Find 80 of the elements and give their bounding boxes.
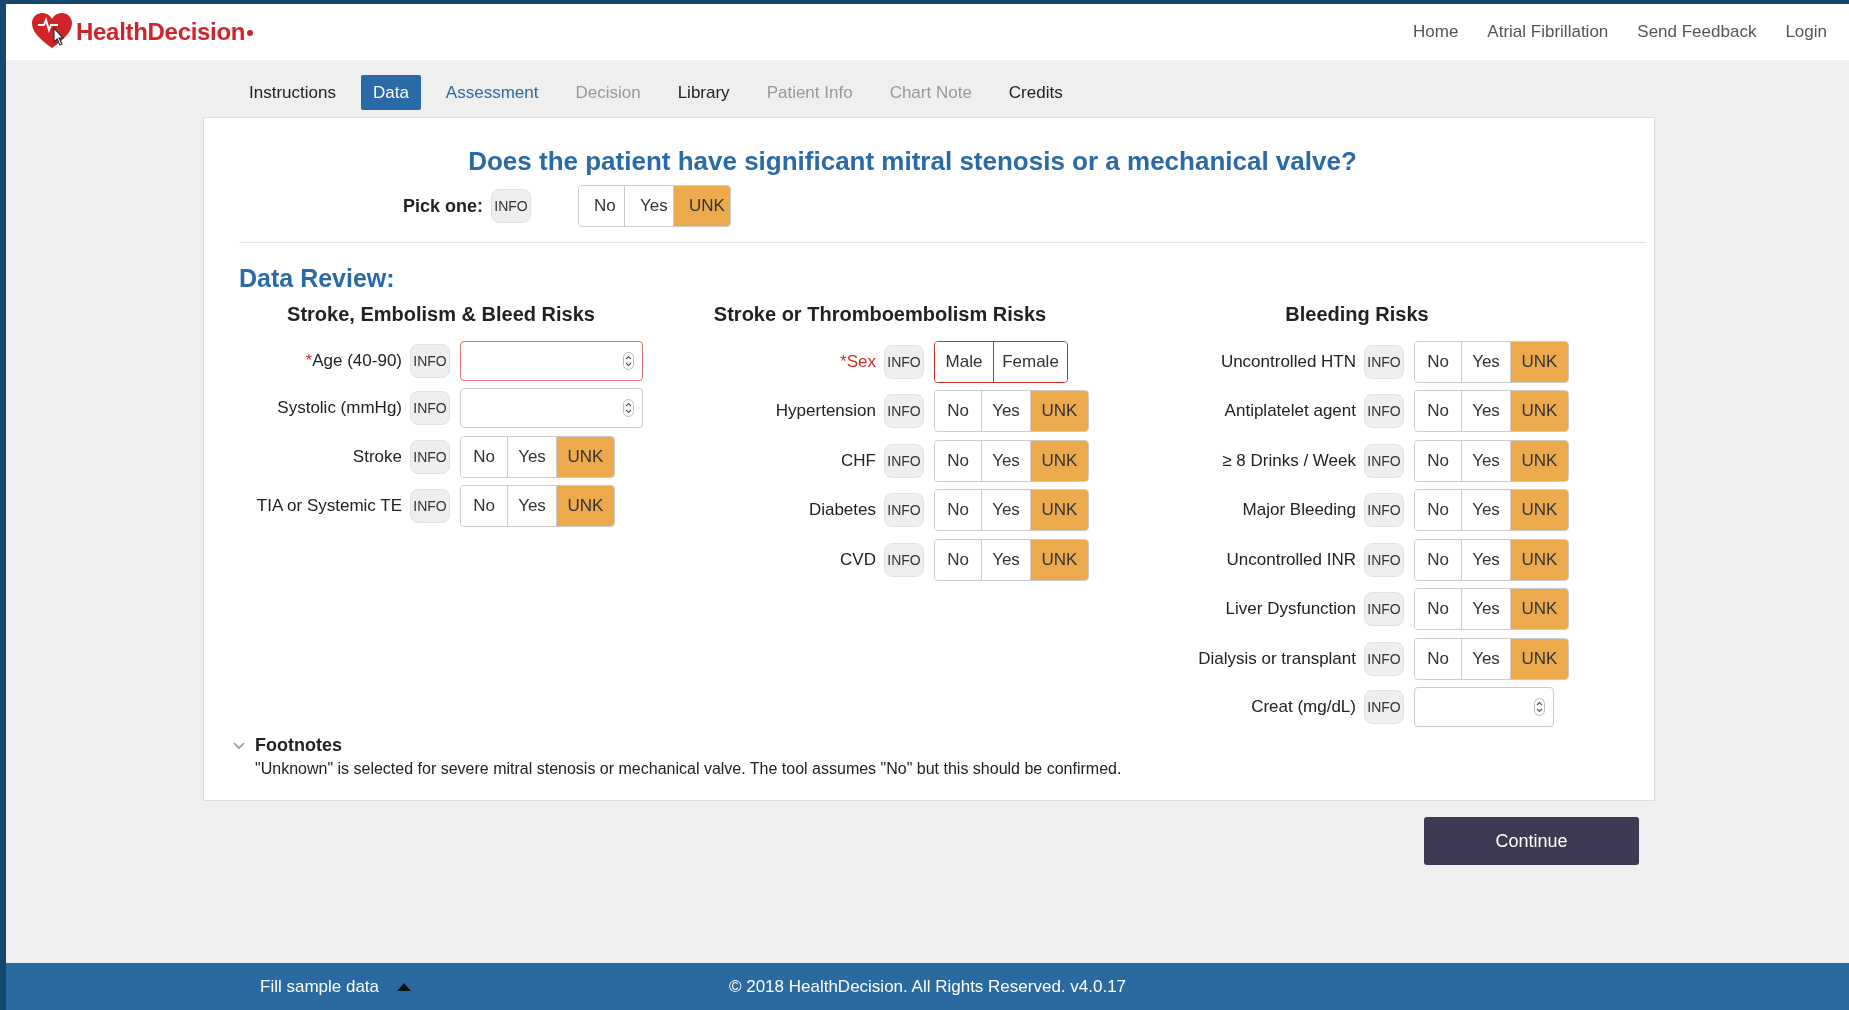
option-button[interactable]: UNK <box>1510 391 1568 431</box>
field-label: Diabetes <box>807 500 876 520</box>
continue-button[interactable]: Continue <box>1424 817 1639 865</box>
footnote-text: "Unknown" is selected for severe mitral stenosis or mechanical valve. The tool assumes "No" but this should be confirmed. <box>255 760 1123 778</box>
field-label: Uncontrolled INR <box>1225 549 1356 570</box>
option-button[interactable]: UNK <box>1510 589 1568 629</box>
option-button[interactable]: UNK <box>1030 539 1088 580</box>
info-button[interactable]: INFO <box>491 189 532 223</box>
field-label: Hypertension <box>774 401 876 421</box>
nav-link[interactable]: Home <box>1413 22 1459 42</box>
nav-link[interactable]: Send Feedback <box>1637 22 1757 42</box>
option-button[interactable]: UNK <box>1510 490 1568 530</box>
number-field[interactable] <box>1414 687 1554 727</box>
info-button[interactable]: INFO <box>410 439 450 474</box>
field-label: CVD <box>839 549 876 570</box>
info-button[interactable]: INFO <box>1364 344 1404 379</box>
question-title: Does the patient have significant mitral stenosis or a mechanical valve? <box>467 146 1358 177</box>
info-button[interactable]: INFO <box>884 542 924 577</box>
field-label: Creat (mg/dL) <box>1250 697 1356 717</box>
info-button[interactable]: INFO <box>884 443 924 478</box>
tab[interactable]: Data <box>360 75 421 110</box>
field-label: ≥ 8 Drinks / Week <box>1221 450 1356 471</box>
option-button[interactable]: UNK <box>1510 638 1568 679</box>
option-button[interactable]: UNK <box>1510 539 1568 580</box>
info-button[interactable]: INFO <box>410 391 450 425</box>
field-label: TIA or Systemic TE <box>255 496 402 516</box>
column-heading: Stroke or Thromboembolism Risks <box>712 303 1048 327</box>
tab[interactable]: Assessment <box>433 75 551 110</box>
nav-link[interactable]: Login <box>1785 22 1827 42</box>
column-heading: Stroke, Embolism & Bleed Risks <box>286 303 596 327</box>
number-field[interactable] <box>460 340 643 381</box>
option-button[interactable]: UNK <box>1510 341 1568 382</box>
triangle-up-icon[interactable] <box>397 982 412 991</box>
option-button[interactable]: UNK <box>556 486 614 526</box>
field-label: Uncontrolled HTN <box>1219 351 1356 372</box>
info-button[interactable]: INFO <box>1364 592 1404 626</box>
logo-text[interactable]: HealthDecision <box>76 18 246 46</box>
info-button[interactable]: INFO <box>884 493 924 527</box>
field-label: Liver Dysfunction <box>1224 599 1356 619</box>
tab[interactable]: Library <box>665 75 742 110</box>
chevron-icon[interactable] <box>233 741 245 750</box>
field-label: Systolic (mmHg) <box>276 398 402 418</box>
spinner-icon <box>623 351 634 370</box>
info-button[interactable]: INFO <box>1364 443 1404 478</box>
section-title: Data Review: <box>239 264 396 293</box>
info-button[interactable]: INFO <box>1364 493 1404 527</box>
info-button[interactable]: INFO <box>1364 641 1404 676</box>
option-button[interactable]: UNK <box>1030 391 1088 431</box>
field-label: Stroke <box>351 446 402 467</box>
field-label: Pick one: <box>403 195 484 217</box>
info-button[interactable]: INFO <box>1364 542 1404 577</box>
field-label: Antiplatelet agent <box>1223 401 1356 421</box>
info-button[interactable]: INFO <box>410 489 450 523</box>
dot-icon <box>247 30 254 36</box>
field-label: Dialysis or transplant <box>1197 648 1356 669</box>
tab[interactable]: Credits <box>996 75 1075 110</box>
field-label: *Age (40-90) <box>304 350 402 371</box>
option-button[interactable]: UNK <box>556 436 614 477</box>
spinner-icon <box>623 399 634 417</box>
option-button[interactable]: UNK <box>1510 440 1568 481</box>
info-button[interactable]: INFO <box>1364 690 1404 724</box>
footnotes-heading[interactable]: Footnotes <box>255 735 342 756</box>
tab[interactable]: Instructions <box>237 75 348 110</box>
info-button[interactable]: INFO <box>884 344 924 379</box>
info-button[interactable]: INFO <box>410 343 450 378</box>
option-button[interactable]: UNK <box>1030 440 1088 481</box>
number-field[interactable] <box>460 388 643 428</box>
info-button[interactable]: INFO <box>884 394 924 428</box>
spinner-icon <box>1534 698 1545 716</box>
nav-link[interactable]: Atrial Fibrillation <box>1487 22 1609 42</box>
field-label: CHF <box>840 450 876 471</box>
field-label: *Sex <box>839 351 876 372</box>
option-button[interactable]: Female <box>993 341 1067 382</box>
column-heading: Bleeding Risks <box>1284 303 1430 327</box>
field-label: Major Bleeding <box>1241 500 1356 520</box>
info-button[interactable]: INFO <box>1364 394 1404 428</box>
copyright-text: © 2018 HealthDecision. All Rights Reserved. v4.0.17 <box>728 976 1127 996</box>
option-button[interactable]: UNK <box>1030 490 1088 530</box>
option-button[interactable]: UNK <box>673 186 731 226</box>
sample-data-link[interactable]: Fill sample data <box>260 976 380 997</box>
